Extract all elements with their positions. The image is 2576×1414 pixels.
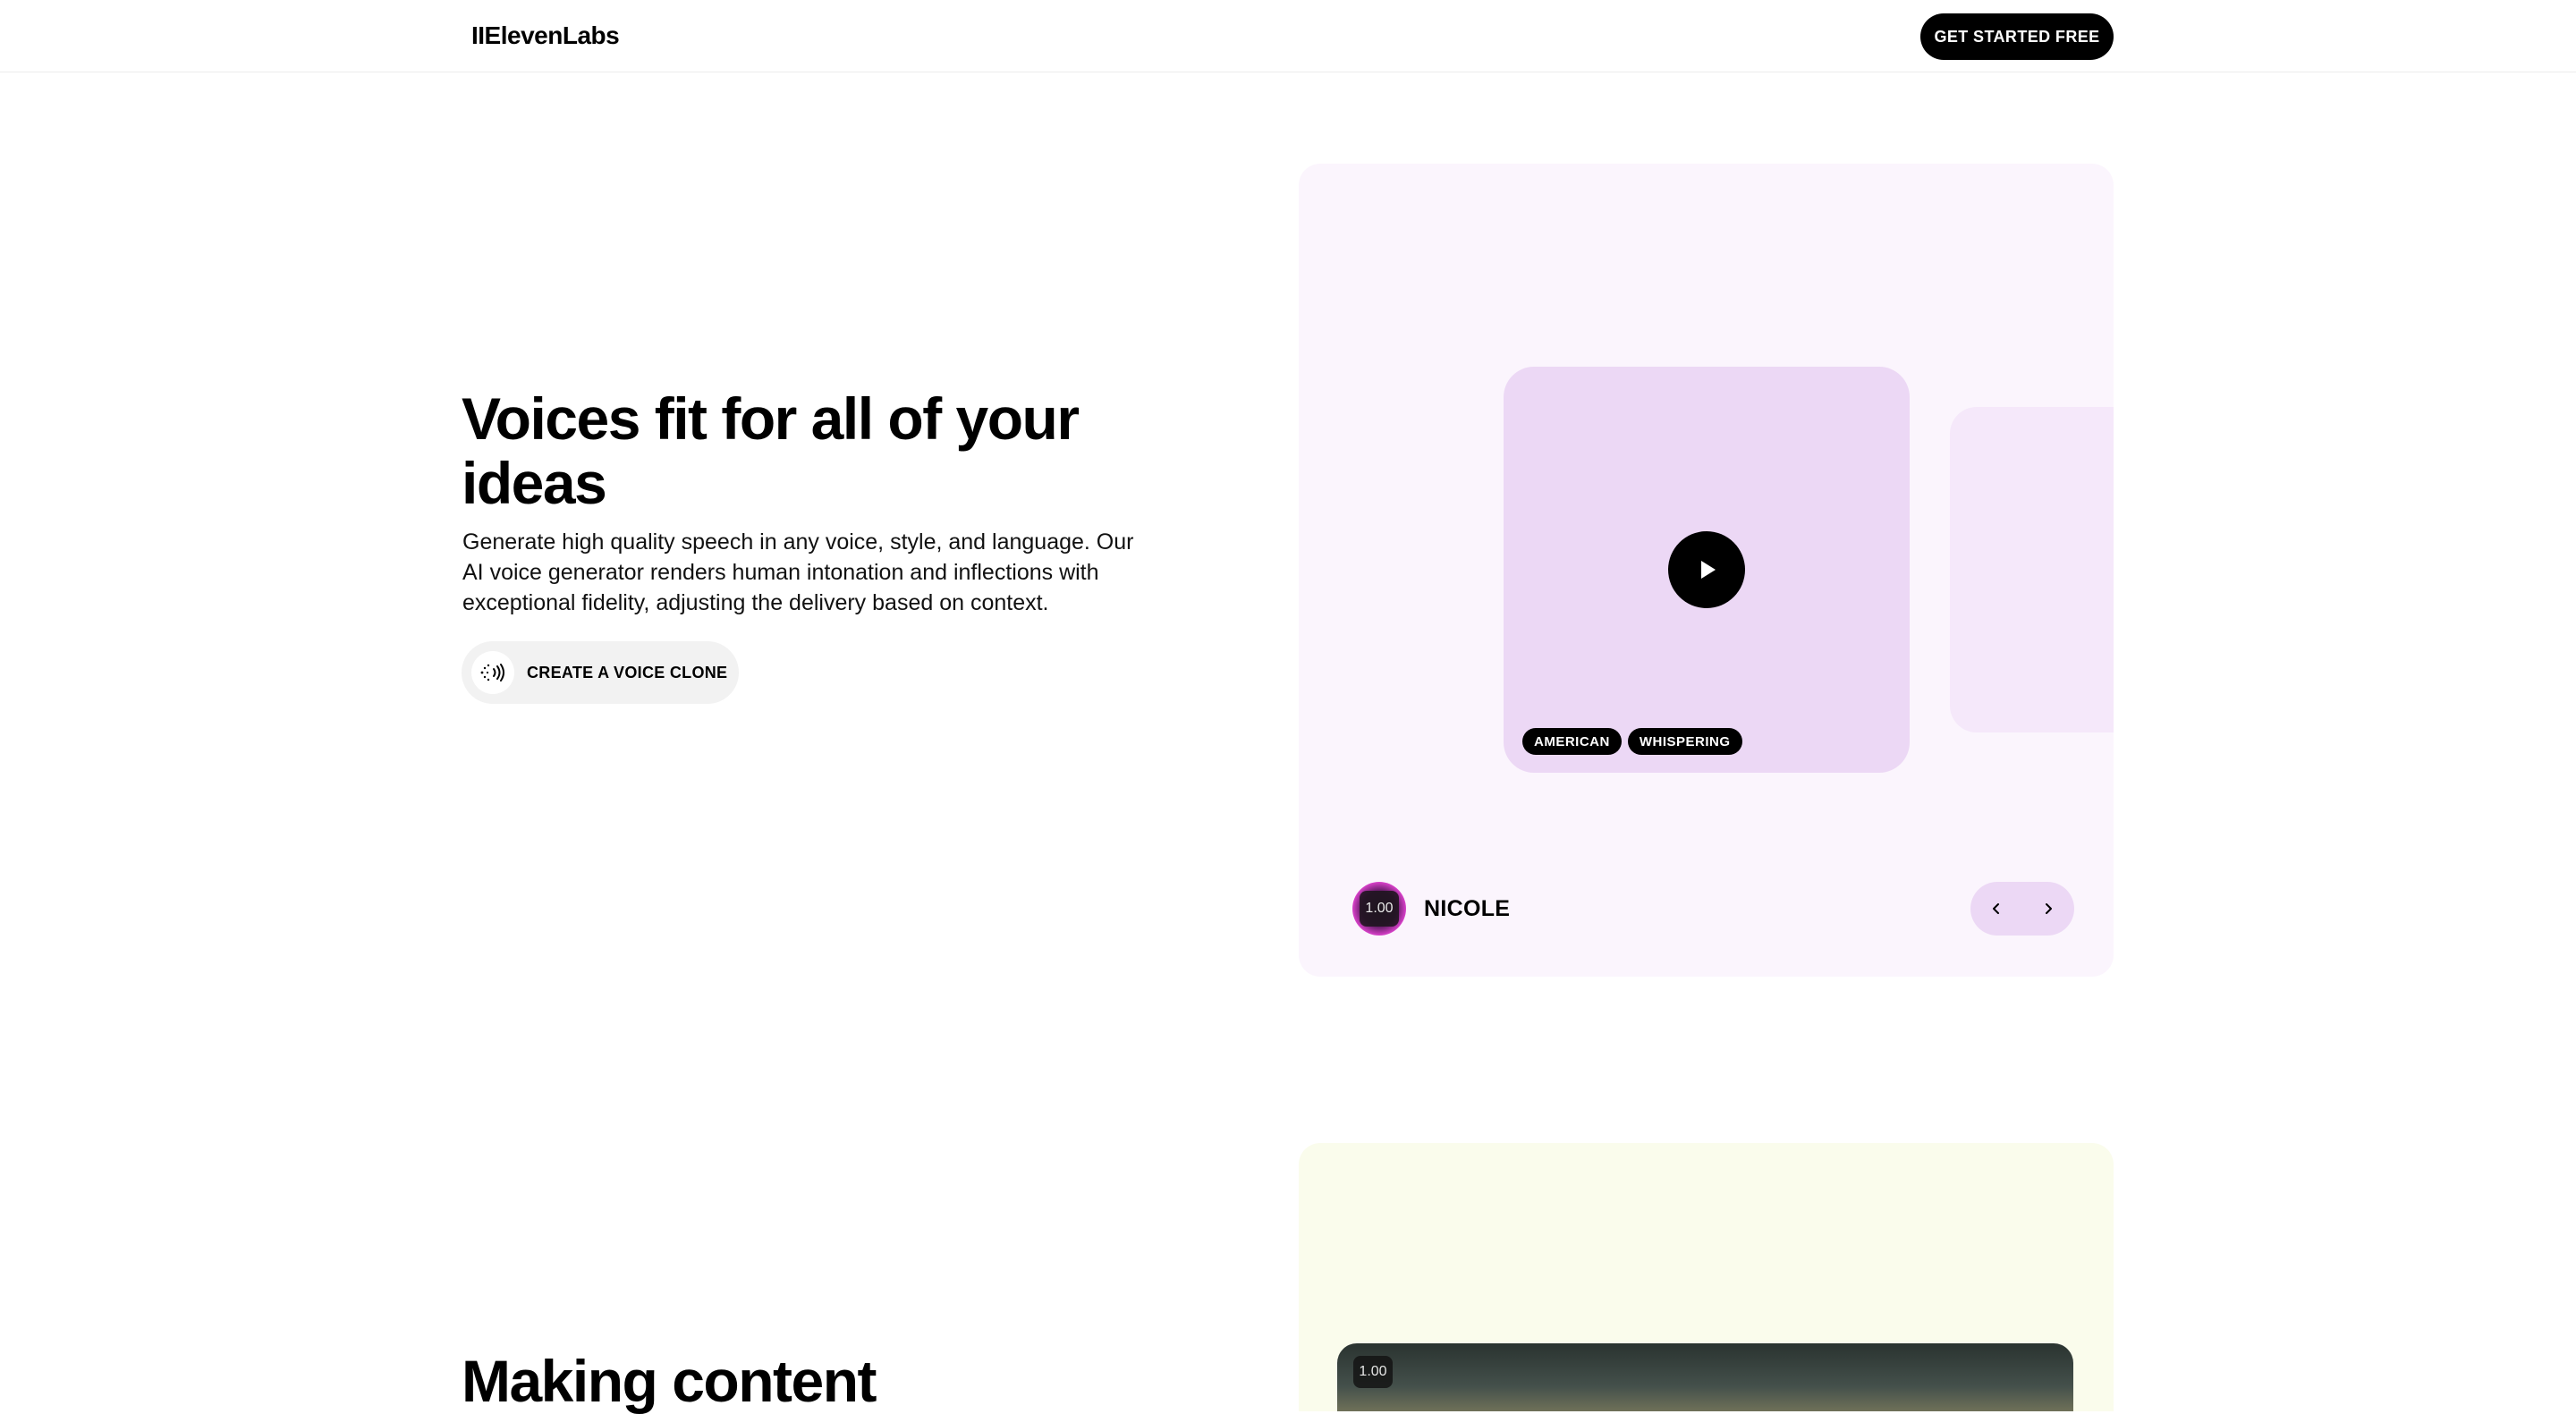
chevron-right-icon xyxy=(2046,903,2052,914)
section-title-making-content: Making content xyxy=(462,1348,877,1414)
play-button[interactable] xyxy=(1668,531,1745,608)
content-showcase-card: 1.00 xyxy=(1299,1143,2114,1411)
voice-tile-next[interactable] xyxy=(1950,407,2114,732)
video-badge: 1.00 xyxy=(1353,1356,1393,1388)
carousel-nav xyxy=(1970,882,2074,936)
create-voice-clone-label: CREATE A VOICE CLONE xyxy=(527,663,728,682)
tag-accent: AMERICAN xyxy=(1522,728,1622,755)
elevenlabs-logo[interactable]: IIElevenLabs xyxy=(471,20,620,52)
voice-showcase-card: AMERICAN WHISPERING 1.00 NICOLE xyxy=(1299,164,2114,977)
voice-tags: AMERICAN WHISPERING xyxy=(1522,728,1742,755)
hero-title: Voices fit for all of your ideas xyxy=(462,385,1080,516)
create-voice-clone-button[interactable]: CREATE A VOICE CLONE xyxy=(462,641,739,704)
avatar-badge: 1.00 xyxy=(1360,891,1399,927)
hero-description: Generate high quality speech in any voic… xyxy=(462,529,1134,615)
tag-style: WHISPERING xyxy=(1627,728,1742,755)
prev-voice-button[interactable] xyxy=(1979,891,2014,927)
chevron-left-icon xyxy=(1993,903,1999,914)
get-started-free-button[interactable]: GET STARTED FREE xyxy=(1920,13,2114,60)
play-icon xyxy=(1701,561,1716,579)
voice-footer: 1.00 NICOLE xyxy=(1352,882,1510,936)
site-header: IIElevenLabs GET STARTED FREE xyxy=(0,0,2576,72)
voice-avatar: 1.00 xyxy=(1352,882,1406,936)
voice-wave-icon xyxy=(471,651,514,694)
voice-name: NICOLE xyxy=(1424,895,1511,921)
video-preview[interactable]: 1.00 xyxy=(1337,1343,2073,1411)
voice-tile-current[interactable]: AMERICAN WHISPERING xyxy=(1504,367,1910,773)
next-voice-button[interactable] xyxy=(2030,891,2066,927)
